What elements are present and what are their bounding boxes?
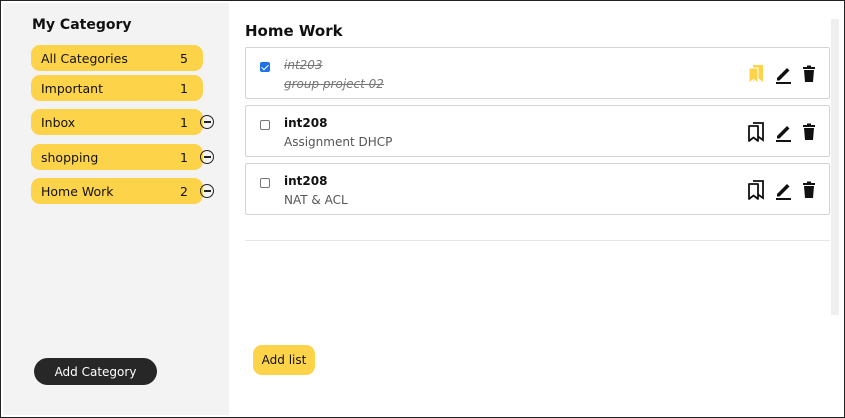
category-shopping[interactable]: shopping 1: [31, 144, 203, 170]
task-item: int208 NAT & ACL: [245, 163, 830, 215]
category-count: 1: [180, 80, 188, 96]
task-checkbox[interactable]: [260, 120, 270, 130]
sidebar: My Category All Categories 5 Important 1…: [3, 3, 229, 415]
task-item: int203 group project 02: [245, 47, 830, 99]
edit-icon[interactable]: [773, 63, 793, 85]
main-panel: Home Work int203 group project 02 int208…: [230, 3, 843, 415]
add-category-button[interactable]: Add Category: [34, 358, 157, 385]
edit-icon[interactable]: [773, 121, 793, 143]
task-description: Assignment DHCP: [284, 135, 393, 149]
category-label: Inbox: [41, 114, 76, 130]
bookmark-filled-icon[interactable]: [746, 63, 766, 85]
page-title: Home Work: [245, 22, 343, 40]
category-all[interactable]: All Categories 5: [31, 45, 203, 71]
category-inbox[interactable]: Inbox 1: [31, 109, 203, 135]
task-checkbox[interactable]: [260, 62, 270, 72]
category-important[interactable]: Important 1: [31, 75, 203, 101]
category-label: Home Work: [41, 183, 114, 199]
task-title: int203: [284, 58, 323, 72]
trash-icon[interactable]: [799, 121, 819, 143]
trash-icon[interactable]: [799, 179, 819, 201]
category-count: 1: [180, 149, 188, 165]
category-label: All Categories: [41, 50, 128, 66]
trash-icon[interactable]: [799, 63, 819, 85]
task-description: NAT & ACL: [284, 193, 348, 207]
category-count: 1: [180, 114, 188, 130]
task-title: int208: [284, 116, 328, 130]
task-checkbox[interactable]: [260, 178, 270, 188]
bookmark-icon[interactable]: [746, 179, 766, 201]
category-count: 2: [180, 183, 188, 199]
task-item: int208 Assignment DHCP: [245, 105, 830, 157]
add-list-button[interactable]: Add list: [253, 345, 315, 375]
remove-category-shopping-icon[interactable]: [200, 150, 214, 164]
task-title: int208: [284, 174, 328, 188]
category-label: Important: [41, 80, 103, 96]
sidebar-title: My Category: [32, 17, 132, 33]
task-description: group project 02: [284, 77, 384, 91]
remove-category-inbox-icon[interactable]: [200, 115, 214, 129]
bookmark-icon[interactable]: [746, 121, 766, 143]
category-home-work[interactable]: Home Work 2: [31, 178, 203, 204]
category-label: shopping: [41, 149, 99, 165]
divider: [245, 240, 830, 241]
scrollbar[interactable]: [831, 19, 839, 315]
app-window: My Category All Categories 5 Important 1…: [0, 0, 845, 418]
remove-category-home-work-icon[interactable]: [200, 184, 214, 198]
edit-icon[interactable]: [773, 179, 793, 201]
category-count: 5: [180, 50, 188, 66]
